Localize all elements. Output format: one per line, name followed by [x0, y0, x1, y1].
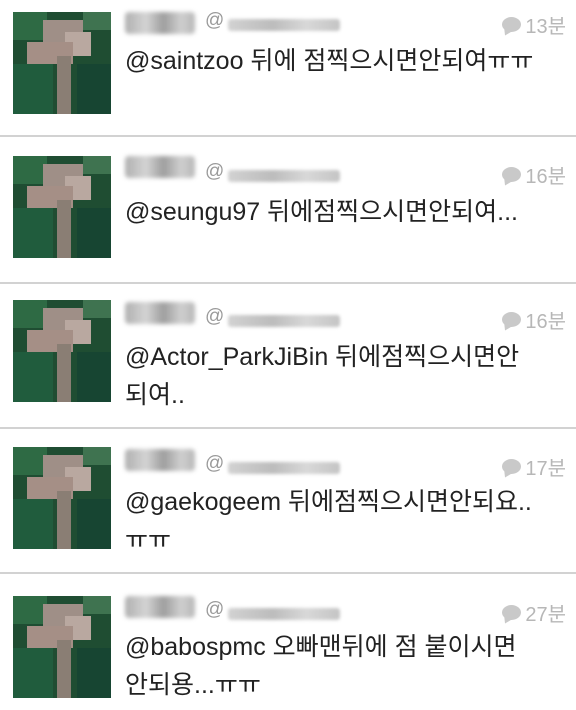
speech-bubble-icon [502, 167, 522, 182]
timestamp: 17분 [502, 452, 566, 481]
tweet-feed: @ 13분 @saintzoo 뒤에 점찍으시면안되여ㅠㅠ @ 16분 @seu… [0, 0, 576, 710]
speech-bubble-icon [502, 312, 522, 327]
tweet-item[interactable]: @ 17분 @gaekogeem 뒤에점찍으시면안되요.. ㅠㅠ [0, 429, 576, 574]
timestamp: 16분 [502, 160, 566, 189]
avatar[interactable] [13, 596, 111, 698]
user-handle-blurred [228, 462, 340, 474]
avatar[interactable] [13, 300, 111, 402]
avatar[interactable] [13, 12, 111, 114]
tweet-text: @saintzoo 뒤에 점찍으시면안되여ㅠㅠ [125, 47, 534, 75]
timestamp-label: 27분 [525, 604, 566, 626]
speech-bubble-icon [502, 459, 522, 474]
display-name-blurred[interactable] [125, 302, 195, 324]
user-handle: @ [205, 306, 225, 327]
display-name-blurred[interactable] [125, 12, 195, 34]
user-handle: @ [205, 161, 225, 182]
timestamp: 16분 [502, 305, 566, 334]
timestamp-label: 17분 [525, 458, 566, 480]
user-handle-blurred [228, 315, 340, 327]
tweet-text: @babospmc 오빠맨뒤에 점 붙이시면 안되용...ㅠㅠ [125, 633, 517, 699]
display-name-blurred[interactable] [125, 156, 195, 178]
timestamp-label: 16분 [525, 311, 566, 333]
speech-bubble-icon [502, 17, 522, 32]
avatar[interactable] [13, 447, 111, 549]
timestamp-label: 13분 [525, 16, 566, 38]
user-handle-blurred [228, 608, 340, 620]
tweet-item[interactable]: @ 27분 @babospmc 오빠맨뒤에 점 붙이시면 안되용...ㅠㅠ [0, 574, 576, 710]
speech-bubble-icon [502, 605, 522, 620]
timestamp: 13분 [502, 10, 566, 39]
user-handle-blurred [228, 19, 340, 31]
user-handle-blurred [228, 170, 340, 182]
timestamp-label: 16분 [525, 166, 566, 188]
timestamp: 27분 [502, 598, 566, 627]
user-handle: @ [205, 453, 225, 474]
tweet-item[interactable]: @ 13분 @saintzoo 뒤에 점찍으시면안되여ㅠㅠ [0, 0, 576, 137]
tweet-text: @gaekogeem 뒤에점찍으시면안되요.. ㅠㅠ [125, 488, 532, 554]
tweet-item[interactable]: @ 16분 @seungu97 뒤에점찍으시면안되여... [0, 137, 576, 284]
tweet-text: @seungu97 뒤에점찍으시면안되여... [125, 198, 518, 226]
display-name-blurred[interactable] [125, 596, 195, 618]
user-handle: @ [205, 10, 225, 31]
tweet-text: @Actor_ParkJiBin 뒤에점찍으시면안 되여.. [125, 343, 520, 409]
avatar[interactable] [13, 156, 111, 258]
tweet-item[interactable]: @ 16분 @Actor_ParkJiBin 뒤에점찍으시면안 되여.. [0, 284, 576, 429]
display-name-blurred[interactable] [125, 449, 195, 471]
user-handle: @ [205, 599, 225, 620]
